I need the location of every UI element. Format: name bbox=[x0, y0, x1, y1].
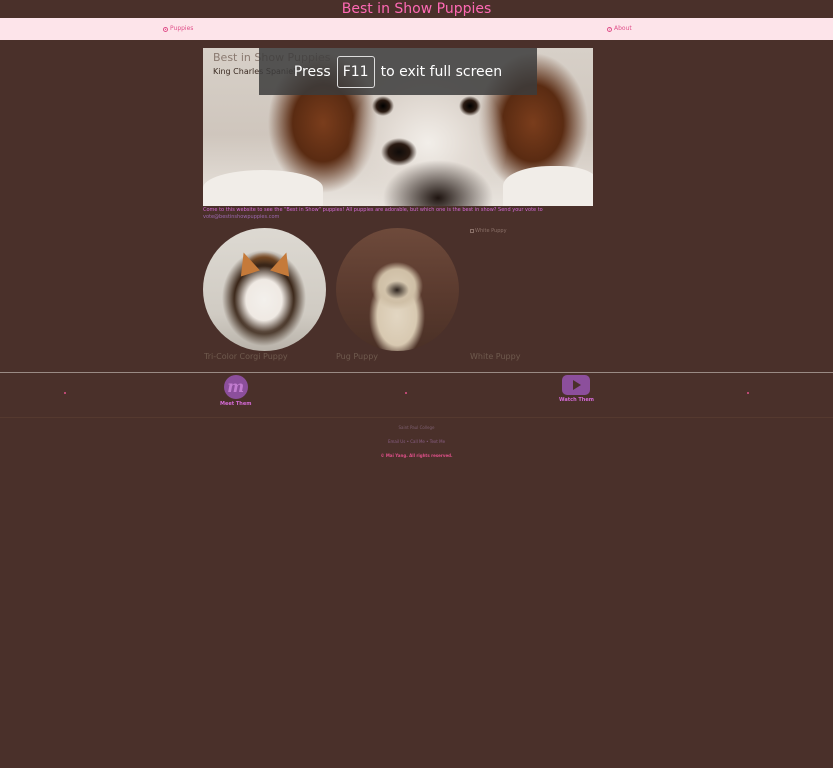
bullet-dot bbox=[747, 392, 749, 394]
site-title: Best in Show Puppies bbox=[341, 1, 492, 17]
nav-label-about: About bbox=[614, 25, 632, 32]
nav-link-puppies[interactable]: • Puppies bbox=[163, 18, 193, 40]
pug-caption: Pug Puppy bbox=[336, 352, 379, 361]
broken-image-alt: White Puppy bbox=[475, 228, 507, 234]
bullet-dot bbox=[405, 392, 407, 394]
nav-link-about[interactable]: ? About bbox=[607, 18, 632, 40]
hero-paw-right bbox=[503, 166, 593, 206]
footer-divider-top bbox=[0, 372, 833, 373]
vote-email-link[interactable]: vote@bestinshowpuppies.com bbox=[203, 214, 279, 220]
corgi-caption: Tri-Color Corgi Puppy bbox=[204, 352, 288, 361]
pug-puppy-image[interactable] bbox=[336, 228, 459, 351]
fullscreen-press-text: Press bbox=[293, 63, 331, 80]
intro-text: Come to this website to see the "Best in… bbox=[203, 207, 593, 221]
fullscreen-message: to exit full screen bbox=[380, 63, 503, 80]
top-navbar: • Puppies ? About bbox=[0, 18, 833, 40]
intro-paragraph: Come to this website to see the "Best in… bbox=[203, 207, 543, 213]
f11-key: F11 bbox=[336, 55, 375, 88]
fullscreen-exit-notice: Press F11 to exit full screen bbox=[259, 48, 537, 95]
question-circle-icon: ? bbox=[607, 26, 612, 32]
corgi-puppy-image[interactable] bbox=[203, 228, 326, 351]
meetup-icon: m bbox=[223, 375, 248, 399]
hero-paw-left bbox=[203, 170, 323, 206]
footer-divider-bottom bbox=[0, 417, 833, 418]
footer-contact-links[interactable]: Email Us • Call Me • Text Me bbox=[0, 439, 833, 444]
meet-them-label: Meet Them bbox=[220, 401, 252, 407]
watch-them-label: Watch Them bbox=[559, 397, 594, 403]
footer-organization: Saint Paul College bbox=[398, 425, 435, 430]
paw-icon: • bbox=[163, 26, 168, 32]
youtube-icon bbox=[562, 375, 591, 395]
broken-image-icon bbox=[470, 229, 474, 233]
watch-them-link[interactable]: Watch Them bbox=[559, 375, 594, 403]
meet-them-link[interactable]: m Meet Them bbox=[220, 375, 251, 407]
nav-label-puppies: Puppies bbox=[170, 25, 194, 32]
white-puppy-broken-image[interactable]: White Puppy bbox=[470, 228, 507, 234]
white-puppy-caption: White Puppy bbox=[470, 352, 521, 361]
bullet-dot bbox=[64, 392, 66, 394]
footer-copyright: © Mai Yang. All rights reserved. bbox=[380, 453, 453, 458]
